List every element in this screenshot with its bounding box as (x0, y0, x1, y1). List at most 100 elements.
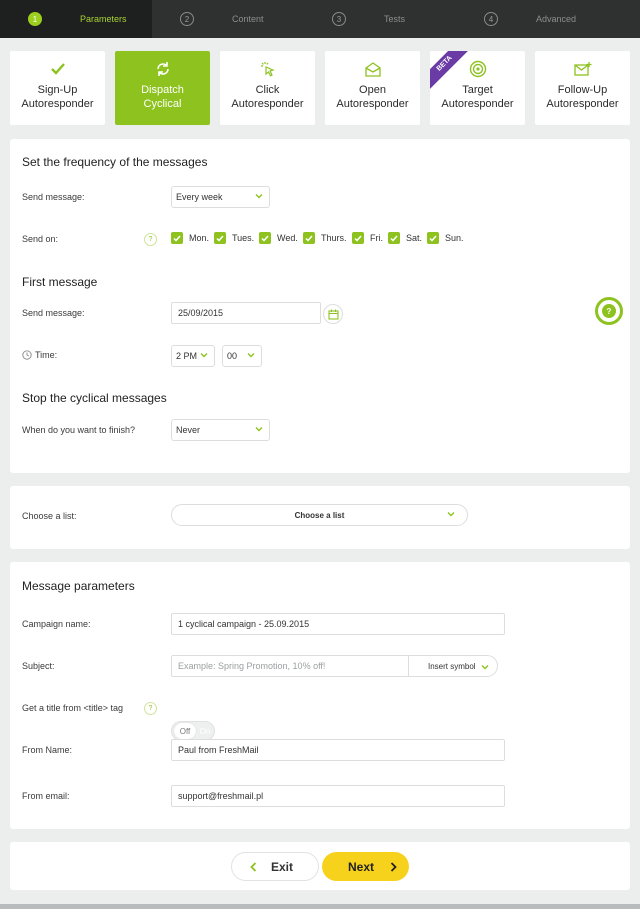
click-icon (259, 60, 277, 78)
from-email-input[interactable]: support@freshmail.pl (171, 785, 505, 807)
frequency-select[interactable]: Every week (171, 186, 270, 208)
exit-button[interactable]: Exit (231, 852, 319, 881)
day-label: Sat. (406, 233, 423, 243)
chevron-down-icon (481, 665, 489, 670)
step-number: 2 (180, 12, 194, 26)
day-label: Mon. (189, 233, 210, 243)
campaign-name-label: Campaign name: (22, 619, 91, 629)
step-advanced[interactable]: 4 Advanced (456, 0, 608, 38)
frequency-select-value: Every week (176, 192, 223, 202)
from-name-label: From Name: (22, 745, 73, 755)
step-number: 1 (28, 12, 42, 26)
help-icon[interactable]: ? (144, 233, 157, 246)
help-icon: ? (602, 304, 616, 318)
day-checkbox-sun[interactable]: Sun. (427, 232, 464, 244)
chevron-down-icon (247, 353, 255, 358)
list-select-value: Choose a list (294, 510, 345, 520)
day-label: Sun. (445, 233, 464, 243)
checkbox-checked-icon (427, 232, 439, 244)
day-checkbox-wed[interactable]: Wed. (259, 232, 298, 244)
day-checkbox-fri[interactable]: Fri. (352, 232, 383, 244)
minute-select[interactable]: 00 (222, 345, 262, 367)
wizard-steps: 1 Parameters 2 Content 3 Tests 4 Advance… (0, 0, 640, 38)
toggle-off-label: Off (174, 723, 196, 739)
send-on-label: Send on: (22, 234, 59, 244)
message-parameters-panel: Message parameters Campaign name: 1 cycl… (10, 562, 630, 829)
first-message-title: First message (22, 275, 98, 289)
title-tag-label: Get a title from <title> tag (22, 703, 124, 713)
step-label: Parameters (80, 14, 127, 24)
navigation-bar: Exit Next (10, 842, 630, 890)
check-icon (49, 60, 67, 78)
from-email-label: From email: (22, 791, 70, 801)
insert-symbol-label: Insert symbol (428, 661, 476, 671)
checkbox-checked-icon (171, 232, 183, 244)
title-tag-toggle[interactable]: Off On (171, 721, 215, 741)
type-card-sign-up[interactable]: Sign-Up Autoresponder (10, 51, 105, 125)
day-checkbox-tue[interactable]: Tues. (214, 232, 254, 244)
day-label: Thurs. (321, 233, 347, 243)
type-card-label: Open Autoresponder (336, 84, 409, 110)
step-label: Tests (384, 14, 406, 24)
type-card-open[interactable]: Open Autoresponder (325, 51, 420, 125)
day-label: Tues. (232, 233, 255, 243)
type-card-dispatch-cyclical[interactable]: Dispatch Cyclical (115, 51, 210, 125)
day-checkbox-thu[interactable]: Thurs. (303, 232, 347, 244)
next-button[interactable]: Next (322, 852, 409, 881)
checkbox-checked-icon (303, 232, 315, 244)
type-card-follow-up[interactable]: Follow-Up Autoresponder (535, 51, 630, 125)
chevron-down-icon (447, 512, 455, 517)
hour-select[interactable]: 2 PM (171, 345, 215, 367)
chevron-right-icon (390, 861, 397, 872)
finish-select-value: Never (176, 425, 201, 435)
schedule-panel: Set the frequency of the messages Send m… (10, 139, 630, 473)
finish-question-label: When do you want to finish? (22, 425, 136, 435)
checkbox-checked-icon (388, 232, 400, 244)
calendar-button[interactable] (323, 304, 343, 324)
step-content[interactable]: 2 Content (152, 0, 304, 38)
parameters-title: Message parameters (22, 579, 135, 593)
finish-select[interactable]: Never (171, 419, 270, 441)
campaign-name-input[interactable]: 1 cyclical campaign - 25.09.2015 (171, 613, 505, 635)
next-label: Next (348, 859, 375, 874)
step-tests[interactable]: 3 Tests (304, 0, 456, 38)
step-number: 4 (484, 12, 498, 26)
hour-value: 2 PM (176, 351, 198, 361)
follow-up-envelope-icon (573, 60, 592, 78)
day-checkbox-mon[interactable]: Mon. (171, 232, 209, 244)
step-parameters[interactable]: 1 Parameters (0, 0, 152, 38)
type-card-click[interactable]: Click Autoresponder (220, 51, 315, 125)
chevron-down-icon (255, 194, 263, 199)
chevron-left-icon (250, 861, 257, 872)
send-message-label: Send message: (22, 192, 85, 202)
list-panel: Choose a list: Choose a list (10, 486, 630, 549)
chevron-down-icon (255, 427, 263, 432)
checkbox-checked-icon (259, 232, 271, 244)
calendar-icon (327, 309, 339, 320)
exit-label: Exit (271, 859, 294, 874)
target-icon (469, 60, 487, 78)
chevron-down-icon (200, 353, 208, 358)
first-send-message-label: Send message: (22, 308, 85, 318)
step-label: Content (232, 14, 264, 24)
stop-title: Stop the cyclical messages (22, 391, 167, 405)
checkbox-checked-icon (214, 232, 226, 244)
type-card-target[interactable]: BETA Target Autoresponder (430, 51, 525, 125)
from-name-input[interactable]: Paul from FreshMail (171, 739, 505, 761)
day-checkbox-sat[interactable]: Sat. (388, 232, 422, 244)
help-icon[interactable]: ? (144, 702, 157, 715)
campaign-type-selector: Sign-Up Autoresponder Dispatch Cyclical Cl… (10, 51, 630, 125)
time-label: Time: (35, 350, 58, 360)
insert-symbol-button[interactable]: Insert symbol (408, 655, 498, 677)
subject-input[interactable]: Example: Spring Promotion, 10% off! (171, 655, 409, 677)
type-card-label: Target Autoresponder (441, 84, 514, 110)
start-date-input[interactable]: 25/09/2015 (171, 302, 321, 324)
step-label: Advanced (536, 14, 577, 24)
list-select[interactable]: Choose a list (171, 504, 468, 526)
frequency-title: Set the frequency of the messages (22, 155, 208, 169)
bottom-divider (0, 904, 640, 909)
cycle-icon (154, 60, 172, 78)
day-label: Wed. (277, 233, 298, 243)
subject-label: Subject: (22, 661, 55, 671)
floating-help-button[interactable]: ? (595, 297, 623, 325)
